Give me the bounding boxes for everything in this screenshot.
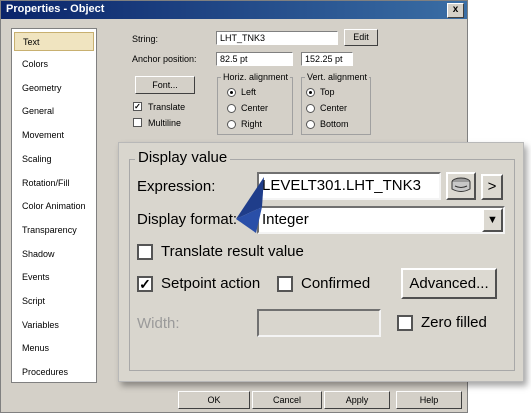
vert-center-label: Center xyxy=(320,103,348,113)
close-button[interactable]: x xyxy=(447,3,464,18)
anchor-x-input[interactable]: 82.5 pt xyxy=(216,52,293,66)
multiline-checkbox[interactable] xyxy=(133,118,142,127)
translate-label: Translate xyxy=(148,102,186,112)
sidebar-item-variables[interactable]: Variables xyxy=(14,316,94,335)
advanced-button[interactable]: Advanced... xyxy=(401,268,497,299)
horiz-left-radio[interactable] xyxy=(227,88,236,97)
category-list: Text Colors Geometry General Movement Sc… xyxy=(11,28,97,383)
sidebar-item-transparency[interactable]: Transparency xyxy=(14,221,94,240)
sidebar-item-geometry[interactable]: Geometry xyxy=(14,79,94,98)
zero-filled-label: Zero filled xyxy=(421,314,487,331)
sidebar-item-scaling[interactable]: Scaling xyxy=(14,150,94,169)
sidebar-item-movement[interactable]: Movement xyxy=(14,126,94,145)
next-button[interactable]: > xyxy=(481,174,503,200)
width-input[interactable] xyxy=(257,309,381,337)
vert-alignment-title: Vert. alignment xyxy=(305,72,370,82)
sidebar-item-shadow[interactable]: Shadow xyxy=(14,245,94,264)
horiz-right-label: Right xyxy=(241,119,263,129)
title-bar: Properties - Object x xyxy=(1,1,467,19)
horiz-left-label: Left xyxy=(241,87,257,97)
zero-filled-checkbox[interactable] xyxy=(397,315,413,331)
expression-label: Expression: xyxy=(137,178,216,195)
horiz-center-radio[interactable] xyxy=(227,104,236,113)
edit-button[interactable]: Edit xyxy=(344,29,378,46)
apply-button[interactable]: Apply xyxy=(324,391,390,409)
confirmed-label: Confirmed xyxy=(301,275,371,292)
anchor-y-input[interactable]: 152.25 pt xyxy=(301,52,353,66)
vert-top-radio[interactable] xyxy=(306,88,315,97)
string-label: String: xyxy=(132,34,159,44)
help-button[interactable]: Help xyxy=(396,391,462,409)
chevron-down-icon[interactable]: ▼ xyxy=(482,208,503,232)
horiz-center-label: Center xyxy=(241,103,269,113)
sidebar-item-colors[interactable]: Colors xyxy=(14,55,94,74)
translate-checkbox[interactable]: ✓ xyxy=(133,102,142,111)
horiz-right-radio[interactable] xyxy=(227,120,236,129)
sidebar-item-text[interactable]: Text xyxy=(14,32,94,51)
string-input[interactable]: LHT_TNK3 xyxy=(216,31,338,45)
callout-arrow-icon xyxy=(236,177,264,233)
sidebar-item-rotation-fill[interactable]: Rotation/Fill xyxy=(14,174,94,193)
tag-browse-icon xyxy=(451,177,471,192)
display-format-select[interactable]: Integer xyxy=(257,206,505,234)
cancel-button[interactable]: Cancel xyxy=(252,391,322,409)
font-button[interactable]: Font... xyxy=(135,76,195,94)
vert-bottom-radio[interactable] xyxy=(306,120,315,129)
display-value-zoom-panel: Display value Expression: LEVELT301.LHT_… xyxy=(118,142,524,382)
sidebar-item-color-animation[interactable]: Color Animation xyxy=(14,197,94,216)
translate-result-checkbox[interactable] xyxy=(137,244,153,260)
setpoint-action-label: Setpoint action xyxy=(161,275,261,292)
expression-input[interactable]: LEVELT301.LHT_TNK3 xyxy=(257,172,441,200)
display-format-value: Integer xyxy=(262,211,309,228)
translate-result-label: Translate result value xyxy=(161,243,304,260)
confirmed-checkbox[interactable] xyxy=(277,276,293,292)
sidebar-item-script[interactable]: Script xyxy=(14,292,94,311)
anchor-position-label: Anchor position: xyxy=(132,54,197,64)
vert-top-label: Top xyxy=(320,87,335,97)
ok-button[interactable]: OK xyxy=(178,391,250,409)
sidebar-item-events[interactable]: Events xyxy=(14,268,94,287)
display-format-label: Display format: xyxy=(137,211,238,228)
horiz-alignment-title: Horiz. alignment xyxy=(221,72,291,82)
sidebar-item-procedures[interactable]: Procedures xyxy=(14,363,94,382)
window-title: Properties - Object xyxy=(6,3,105,15)
width-label: Width: xyxy=(137,315,180,332)
setpoint-action-checkbox[interactable]: ✓ xyxy=(137,276,153,292)
sidebar-item-general[interactable]: General xyxy=(14,102,94,121)
vert-center-radio[interactable] xyxy=(306,104,315,113)
vert-bottom-label: Bottom xyxy=(320,119,349,129)
display-value-title: Display value xyxy=(135,149,231,167)
multiline-label: Multiline xyxy=(148,118,182,128)
sidebar-item-menus[interactable]: Menus xyxy=(14,339,94,358)
tag-browse-button[interactable] xyxy=(446,172,476,200)
